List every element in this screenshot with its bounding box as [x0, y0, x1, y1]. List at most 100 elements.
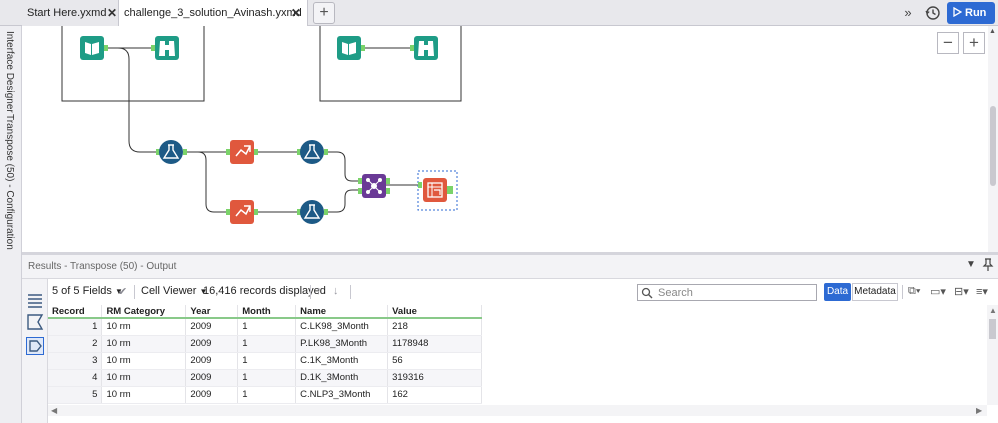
table-cell[interactable]: C.LK98_3Month [295, 318, 389, 336]
zoom-out-button[interactable]: − [937, 32, 959, 54]
results-grid: Record RM Category Year Month Name Value… [48, 305, 482, 404]
close-icon[interactable]: ✕ [291, 0, 301, 26]
table-cell[interactable]: 1 [237, 369, 297, 387]
grid-vertical-scrollbar[interactable]: ▲ [987, 305, 998, 405]
table-cell[interactable]: 2009 [185, 352, 239, 370]
table-cell[interactable]: 56 [387, 352, 482, 370]
results-side-rail [22, 279, 48, 423]
table-cell[interactable]: 1 [237, 386, 297, 404]
connection [184, 151, 228, 213]
select-records-tool[interactable] [226, 140, 258, 164]
close-icon[interactable]: ✕ [107, 0, 117, 26]
table-cell[interactable]: C.NLP3_3Month [295, 386, 389, 404]
table-cell[interactable]: P.LK98_3Month [295, 335, 389, 353]
list-view-icon[interactable] [26, 291, 44, 309]
table-cell[interactable]: 2009 [185, 369, 239, 387]
formula-tool[interactable] [297, 200, 328, 224]
results-header: Results - Transpose (50) - Output ▼ [22, 255, 998, 279]
column-header[interactable]: Record [48, 305, 103, 319]
scroll-right-icon[interactable]: ▶ [976, 406, 982, 415]
tab-start-here[interactable]: Start Here.yxmd ✕ [22, 0, 118, 26]
table-cell[interactable]: 218 [387, 318, 482, 336]
history-icon[interactable] [922, 2, 944, 24]
table-cell[interactable]: C.1K_3Month [295, 352, 389, 370]
scroll-up-icon[interactable]: ▲ [989, 306, 997, 315]
record-cell: 1 [48, 318, 103, 336]
tab-label: Start Here.yxmd [27, 7, 107, 19]
scroll-up-icon[interactable]: ▲ [989, 28, 996, 35]
scroll-left-icon[interactable]: ◀ [51, 406, 57, 415]
join-multiple-tool[interactable] [358, 174, 390, 198]
table-cell[interactable]: 162 [387, 386, 482, 404]
table-cell[interactable]: 10 rm [101, 335, 187, 353]
table-cell[interactable]: 1 [237, 318, 297, 336]
browse-tool[interactable] [410, 36, 438, 60]
record-cell: 4 [48, 369, 103, 387]
table-row[interactable]: 3 10 rm 2009 1 C.1K_3Month 56 [48, 352, 482, 370]
table-cell[interactable]: 10 rm [101, 369, 187, 387]
table-cell[interactable]: 2009 [185, 318, 239, 336]
table-cell[interactable]: D.1K_3Month [295, 369, 389, 387]
workflow-canvas[interactable]: − + ▲ [22, 26, 998, 252]
data-tab-button[interactable]: Data [824, 283, 851, 301]
column-header[interactable]: Name [295, 305, 389, 319]
record-cell: 5 [48, 386, 103, 404]
data-view-icon[interactable] [26, 337, 44, 355]
table-cell[interactable]: 1 [237, 352, 297, 370]
fields-selector[interactable]: 5 of 5 Fields ▼ [52, 285, 123, 297]
message-view-icon[interactable] [26, 313, 44, 331]
table-cell[interactable]: 2009 [185, 335, 239, 353]
formula-tool[interactable] [297, 140, 328, 164]
table-cell[interactable]: 1 [237, 335, 297, 353]
chevron-down-icon[interactable]: ▼ [966, 259, 976, 270]
column-header[interactable]: Value [387, 305, 482, 319]
tab-challenge-3-solution[interactable]: challenge_3_solution_Avinash.yxmd ✕ [118, 0, 308, 27]
arrow-up-icon[interactable]: ↑ [316, 285, 322, 297]
table-row[interactable]: 5 10 rm 2009 1 C.NLP3_3Month 162 [48, 386, 482, 404]
input-data-tool[interactable] [80, 36, 108, 60]
transpose-tool[interactable] [417, 170, 458, 211]
configuration-tab[interactable]: Transpose (50) - Configuration [4, 114, 15, 250]
connection [106, 47, 158, 153]
results-toolbar: 5 of 5 Fields ▼ ✔ Cell Viewer ▼ 16,416 r… [48, 281, 998, 303]
canvas-vertical-scrollbar[interactable]: ▲ [988, 26, 998, 252]
play-icon [953, 6, 963, 18]
formula-tool[interactable] [156, 140, 187, 164]
metadata-tab-button[interactable]: Metadata [852, 283, 898, 301]
table-cell[interactable]: 10 rm [101, 386, 187, 404]
save-icon[interactable]: ▭▾ [930, 285, 946, 298]
table-row[interactable]: 2 10 rm 2009 1 P.LK98_3Month 1178948 [48, 335, 482, 353]
zoom-in-button[interactable]: + [963, 32, 985, 54]
table-row[interactable]: 1 10 rm 2009 1 C.LK98_3Month 218 [48, 318, 482, 336]
cell-viewer-selector[interactable]: Cell Viewer ▼ [141, 285, 207, 297]
expand-icon[interactable]: » [897, 2, 919, 24]
interface-designer-tab[interactable]: Interface Designer [4, 31, 15, 113]
tab-label: challenge_3_solution_Avinash.yxmd [124, 7, 302, 19]
new-tab-button[interactable]: + [313, 2, 335, 24]
pin-icon[interactable] [982, 258, 994, 275]
search-input[interactable] [656, 286, 811, 299]
menu-icon[interactable]: ≡▾ [976, 285, 988, 298]
select-records-tool[interactable] [226, 200, 258, 224]
arrow-down-icon[interactable]: ↓ [333, 285, 339, 297]
column-header[interactable]: Month [237, 305, 297, 319]
column-header[interactable]: Year [185, 305, 239, 319]
tab-bar: Start Here.yxmd ✕ challenge_3_solution_A… [0, 0, 998, 27]
copy-icon[interactable]: ⧉▾ [908, 285, 920, 298]
grid-horizontal-scrollbar[interactable]: ◀ ▶ [48, 405, 987, 416]
table-cell[interactable]: 10 rm [101, 352, 187, 370]
search-field[interactable] [637, 284, 817, 301]
table-icon[interactable]: ⊟▾ [954, 285, 969, 298]
column-header[interactable]: RM Category [101, 305, 187, 319]
table-row[interactable]: 4 10 rm 2009 1 D.1K_3Month 319316 [48, 369, 482, 387]
table-cell[interactable]: 1178948 [387, 335, 482, 353]
scrollbar-thumb[interactable] [990, 106, 996, 186]
run-button[interactable]: Run [947, 2, 995, 24]
input-data-tool[interactable] [337, 36, 365, 60]
scrollbar-thumb[interactable] [989, 319, 996, 339]
check-icon[interactable]: ✔ [118, 285, 127, 298]
table-cell[interactable]: 319316 [387, 369, 482, 387]
browse-tool[interactable] [151, 36, 179, 60]
table-cell[interactable]: 2009 [185, 386, 239, 404]
table-cell[interactable]: 10 rm [101, 318, 187, 336]
